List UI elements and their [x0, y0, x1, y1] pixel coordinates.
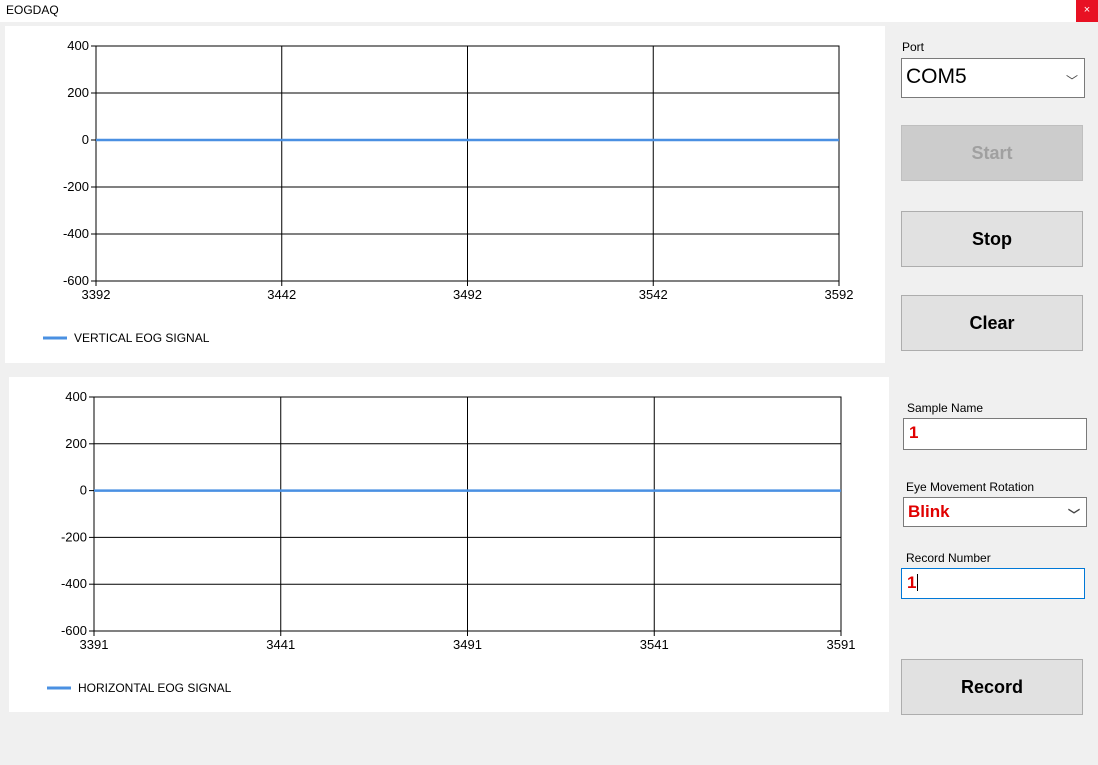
chevron-down-icon: ﹀: [1065, 74, 1078, 88]
y-tick-label: 200: [65, 436, 87, 451]
chevron-down-icon: ﹀: [1067, 508, 1080, 522]
chart-svg: 400 200 0 -200 -400 -6003392 3442 3492 3542 3592 V…: [43, 38, 854, 345]
clear-button[interactable]: Clear: [901, 295, 1083, 351]
record-button[interactable]: Record: [901, 659, 1083, 715]
rotation-label: Eye Movement Rotation: [906, 480, 1035, 494]
y-tick-label: 400: [67, 38, 89, 53]
window-title: EOGDAQ: [6, 3, 59, 17]
x-tick-label: 3391: [80, 637, 109, 652]
x-tick-label: 3492: [453, 287, 482, 302]
y-tick-label: 200: [67, 85, 89, 100]
port-label: Port: [902, 40, 925, 54]
horizontal-eog-chart: 400 200 0 -200 -400 -600 3391 3441 3491 3541 3591 H…: [9, 377, 889, 712]
y-tick-label: -400: [63, 226, 89, 241]
y-tick-label: 400: [65, 389, 87, 404]
y-tick-label: -400: [61, 576, 87, 591]
legend-label: VERTICAL EOG SIGNAL: [74, 331, 210, 345]
chart-svg: 400 200 0 -200 -400 -6003391 3441 3491 3541 3591 H…: [47, 389, 856, 695]
x-tick-label: 3392: [82, 287, 111, 302]
vertical-eog-chart: 400 200 0 -200 -400 -600 3392 3442 3492 3542 3592 V…: [5, 26, 885, 363]
port-select-value: COM5: [906, 65, 967, 88]
y-tick-label: -200: [61, 529, 87, 544]
title-bar: EOGDAQ ×: [0, 0, 1098, 22]
y-tick-label: 0: [80, 483, 87, 498]
text-caret: [917, 574, 919, 591]
y-tick-label: -600: [61, 623, 87, 638]
rotation-select-value: Blink: [908, 502, 950, 521]
sample-name-label: Sample Name: [907, 401, 984, 415]
sample-name-input[interactable]: 1: [903, 418, 1087, 450]
sample-name-value: 1: [909, 423, 919, 442]
x-tick-label: 3541: [640, 637, 669, 652]
x-tick-label: 3491: [453, 637, 482, 652]
close-button[interactable]: ×: [1076, 0, 1098, 22]
start-button[interactable]: Start: [901, 125, 1083, 181]
x-tick-label: 3591: [827, 637, 856, 652]
record-number-input[interactable]: 1: [901, 568, 1085, 599]
legend-label: HORIZONTAL EOG SIGNAL: [78, 681, 232, 695]
record-number-label: Record Number: [906, 551, 991, 565]
x-tick-label: 3542: [639, 287, 668, 302]
record-number-value: 1: [907, 573, 917, 592]
rotation-select[interactable]: Blink ﹀: [903, 497, 1087, 527]
y-tick-label: -600: [63, 273, 89, 288]
y-tick-label: 0: [82, 132, 89, 147]
stop-button[interactable]: Stop: [901, 211, 1083, 267]
port-select[interactable]: COM5 ﹀: [901, 58, 1085, 98]
x-tick-label: 3442: [267, 287, 296, 302]
x-tick-label: 3592: [825, 287, 854, 302]
y-tick-label: -200: [63, 179, 89, 194]
x-tick-label: 3441: [266, 637, 295, 652]
